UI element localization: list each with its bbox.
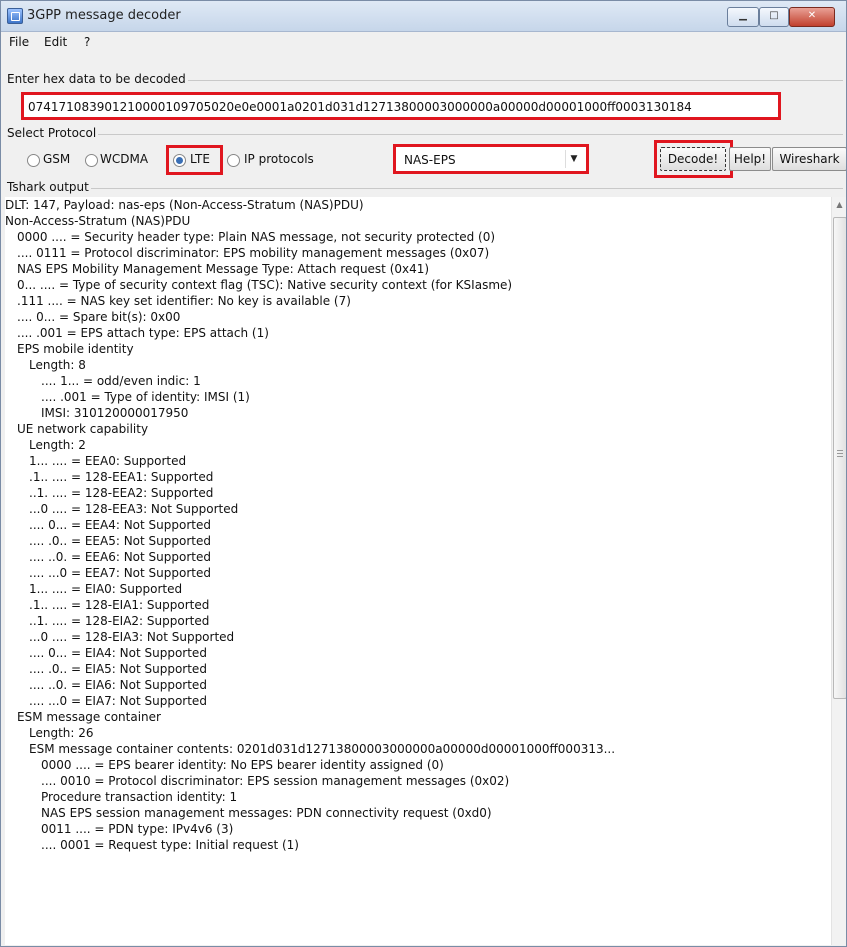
menu-file[interactable]: File (9, 35, 29, 49)
radio-ip-protocols[interactable] (227, 154, 240, 167)
output-line: ...0 .... = 128-EIA3: Not Supported (29, 630, 235, 644)
output-line: .... ...0 = EIA7: Not Supported (29, 694, 207, 708)
output-line: Length: 8 (29, 358, 86, 372)
wireshark-button[interactable]: Wireshark (772, 147, 846, 171)
output-line: NAS EPS session management messages: PDN… (41, 806, 492, 820)
close-button[interactable]: ✕ (789, 7, 835, 27)
output-line: .... ..0. = EEA6: Not Supported (29, 550, 211, 564)
output-line: .... .001 = EPS attach type: EPS attach … (17, 326, 269, 340)
output-line: .1.. .... = 128-EIA1: Supported (29, 598, 210, 612)
output-line: 1... .... = EIA0: Supported (29, 582, 183, 596)
scroll-up-icon[interactable]: ▲ (832, 197, 846, 213)
protocol-group-line (7, 134, 843, 135)
menu-bar: File Edit ? (1, 32, 846, 52)
output-line: .... 0001 = Request type: Initial reques… (41, 838, 299, 852)
vertical-scrollbar[interactable]: ▲ (831, 197, 846, 945)
menu-edit[interactable]: Edit (44, 35, 67, 49)
decode-button[interactable]: Decode! (660, 147, 726, 171)
output-line: ...0 .... = 128-EEA3: Not Supported (29, 502, 239, 516)
hex-group-label: Enter hex data to be decoded (5, 72, 188, 86)
scroll-thumb[interactable] (833, 217, 846, 699)
output-line: Length: 2 (29, 438, 86, 452)
radio-wcdma[interactable] (85, 154, 98, 167)
output-line: 0000 .... = EPS bearer identity: No EPS … (41, 758, 444, 772)
radio-lte[interactable] (173, 154, 186, 167)
app-icon (7, 8, 23, 24)
output-line: .... 1... = odd/even indic: 1 (41, 374, 201, 388)
output-line: UE network capability (17, 422, 149, 436)
output-line: .1.. .... = 128-EEA1: Supported (29, 470, 214, 484)
output-line: .... 0... = EEA4: Not Supported (29, 518, 211, 532)
output-line: Procedure transaction identity: 1 (41, 790, 238, 804)
output-line: .... ..0. = EIA6: Not Supported (29, 678, 207, 692)
output-line: NAS EPS Mobility Management Message Type… (17, 262, 430, 276)
protocol-group-label: Select Protocol (5, 126, 99, 140)
output-line: ..1. .... = 128-EEA2: Supported (29, 486, 214, 500)
output-line: .... .001 = Type of identity: IMSI (1) (41, 390, 250, 404)
help-button[interactable]: Help! (729, 147, 771, 171)
output-line: Length: 26 (29, 726, 94, 740)
maximize-icon: □ (769, 10, 779, 21)
output-line: .... 0111 = Protocol discriminator: EPS … (17, 246, 490, 260)
radio-ip-label[interactable]: IP protocols (244, 152, 314, 166)
output-line: ESM message container contents: 0201d031… (29, 742, 616, 756)
output-line: .... ...0 = EEA7: Not Supported (29, 566, 211, 580)
minimize-button[interactable]: ▁ (727, 7, 759, 27)
minimize-icon: ▁ (739, 10, 747, 21)
menu-help[interactable]: ? (84, 35, 90, 49)
output-line: ESM message container (17, 710, 161, 724)
window-title: 3GPP message decoder (27, 8, 181, 23)
radio-wcdma-label[interactable]: WCDMA (100, 152, 148, 166)
protocol-select[interactable]: NAS-EPS ▼ (393, 144, 589, 174)
grip-icon (837, 450, 843, 451)
output-line: .111 .... = NAS key set identifier: No k… (17, 294, 351, 308)
output-line: .... .0.. = EIA5: Not Supported (29, 662, 207, 676)
hex-input-frame (21, 92, 781, 120)
tshark-output[interactable]: DLT: 147, Payload: nas-eps (Non-Access-S… (5, 197, 831, 945)
output-line: .... 0... = EIA4: Not Supported (29, 646, 207, 660)
hex-input[interactable] (26, 97, 778, 116)
output-line: 0000 .... = Security header type: Plain … (17, 230, 496, 244)
output-line: DLT: 147, Payload: nas-eps (Non-Access-S… (5, 198, 364, 212)
output-line: Non-Access-Stratum (NAS)PDU (5, 214, 191, 228)
radio-gsm[interactable] (27, 154, 40, 167)
output-line: 0011 .... = PDN type: IPv4v6 (3) (41, 822, 234, 836)
title-bar: 3GPP message decoder ▁ □ ✕ (1, 1, 846, 32)
output-group-label: Tshark output (5, 180, 91, 194)
output-group-line (7, 188, 843, 189)
output-line: 1... .... = EEA0: Supported (29, 454, 187, 468)
radio-gsm-label[interactable]: GSM (43, 152, 70, 166)
app-window: 3GPP message decoder ▁ □ ✕ File Edit ? E… (0, 0, 847, 947)
output-line: IMSI: 310120000017950 (41, 406, 189, 420)
maximize-button[interactable]: □ (759, 7, 789, 27)
output-line: .... .0.. = EEA5: Not Supported (29, 534, 211, 548)
output-line: 0... .... = Type of security context fla… (17, 278, 513, 292)
close-icon: ✕ (807, 10, 817, 21)
output-line: .... 0010 = Protocol discriminator: EPS … (41, 774, 510, 788)
protocol-select-value: NAS-EPS (404, 153, 456, 167)
output-line: ..1. .... = 128-EIA2: Supported (29, 614, 210, 628)
chevron-down-icon[interactable]: ▼ (565, 150, 582, 168)
output-line: .... 0... = Spare bit(s): 0x00 (17, 310, 181, 324)
radio-lte-label[interactable]: LTE (190, 152, 210, 166)
output-line: EPS mobile identity (17, 342, 134, 356)
